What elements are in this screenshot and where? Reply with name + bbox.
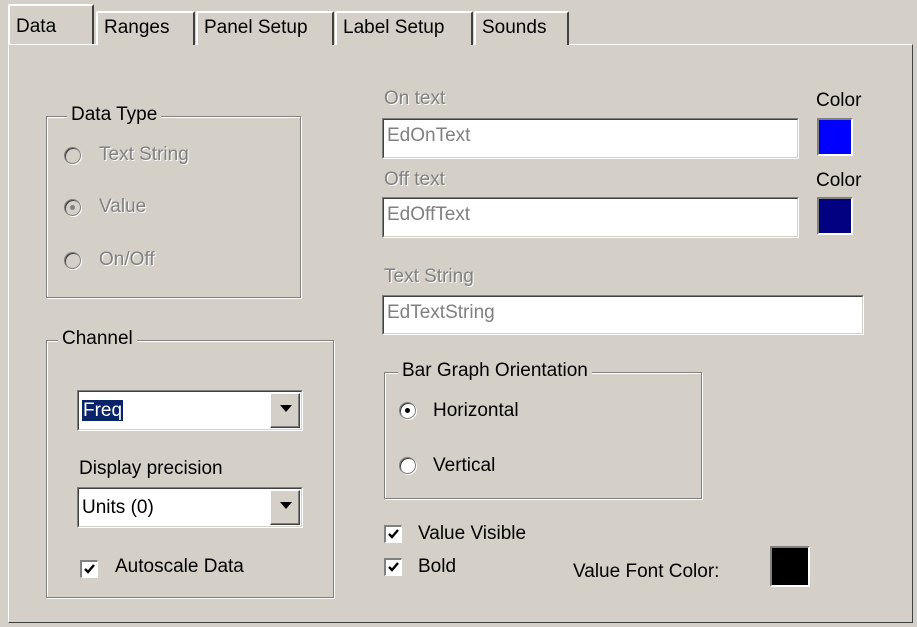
display-precision-value: Units (0) (78, 488, 302, 527)
autoscale-label: Autoscale Data (115, 556, 244, 577)
data-type-onoff-radio[interactable] (64, 252, 81, 269)
vertical-label: Vertical (433, 455, 496, 476)
tab-label-setup-label: Label Setup (343, 17, 445, 38)
value-font-color-swatch[interactable] (770, 546, 810, 587)
tab-sounds[interactable]: Sounds (474, 11, 569, 45)
data-type-legend: Data Type (67, 104, 162, 126)
vertical-radio[interactable] (399, 457, 416, 474)
display-precision-label: Display precision (79, 458, 223, 479)
data-type-text-string-radio[interactable] (64, 147, 81, 164)
off-color-swatch[interactable] (817, 197, 853, 235)
bold-label: Bold (418, 556, 457, 577)
channel-legend: Channel (58, 328, 137, 350)
checkmark-icon (84, 564, 95, 574)
checkmark-icon (388, 529, 399, 539)
horizontal-label: Horizontal (433, 400, 519, 421)
data-type-value-radio[interactable] (64, 199, 81, 216)
bar-graph-orientation-group (384, 372, 702, 499)
on-text-field[interactable]: EdOnText (382, 118, 799, 159)
off-text-label: Off text (384, 169, 445, 190)
autoscale-checkbox[interactable] (80, 560, 98, 578)
radio-selected-dot (70, 205, 75, 210)
channel-select[interactable]: Freq (77, 390, 303, 431)
value-visible-label: Value Visible (418, 523, 527, 544)
on-text-label: On text (384, 88, 446, 109)
bar-graph-orientation-legend: Bar Graph Orientation (398, 360, 592, 382)
bold-checkbox[interactable] (384, 558, 402, 576)
value-font-color-label: Value Font Color: (573, 561, 720, 582)
tab-label-setup[interactable]: Label Setup (335, 11, 473, 45)
chevron-down-icon (280, 405, 292, 412)
tab-data[interactable]: Data (8, 4, 94, 44)
channel-selected-value: Freq (80, 399, 125, 422)
text-string-label: Text String (384, 266, 474, 287)
on-color-label: Color (816, 90, 862, 111)
text-string-value: EdTextString (383, 296, 863, 334)
off-text-value: EdOffText (383, 198, 798, 237)
off-text-field[interactable]: EdOffText (382, 197, 799, 238)
value-visible-checkbox[interactable] (384, 525, 402, 543)
tab-panel-setup-label: Panel Setup (204, 17, 308, 38)
radio-selected-dot (405, 408, 410, 413)
channel-select-inner: Freq (78, 391, 302, 430)
on-color-swatch[interactable] (817, 118, 853, 156)
horizontal-radio[interactable] (399, 402, 416, 419)
on-text-value: EdOnText (383, 119, 798, 158)
tab-ranges-label: Ranges (104, 17, 170, 38)
tab-sounds-label: Sounds (482, 17, 547, 38)
tab-data-label: Data (16, 16, 57, 37)
tab-ranges[interactable]: Ranges (96, 11, 195, 45)
data-type-value-label: Value (99, 196, 147, 217)
display-precision-select[interactable]: Units (0) (77, 487, 303, 528)
off-color-label: Color (816, 170, 862, 191)
data-type-onoff-label: On/Off (99, 249, 155, 270)
chevron-down-icon (280, 502, 292, 509)
tab-panel-setup[interactable]: Panel Setup (196, 11, 334, 45)
text-string-field[interactable]: EdTextString (382, 295, 864, 335)
data-type-text-string-label: Text String (99, 144, 189, 165)
precision-dropdown-button[interactable] (270, 490, 300, 525)
channel-dropdown-button[interactable] (270, 393, 300, 428)
checkmark-icon (388, 562, 399, 572)
